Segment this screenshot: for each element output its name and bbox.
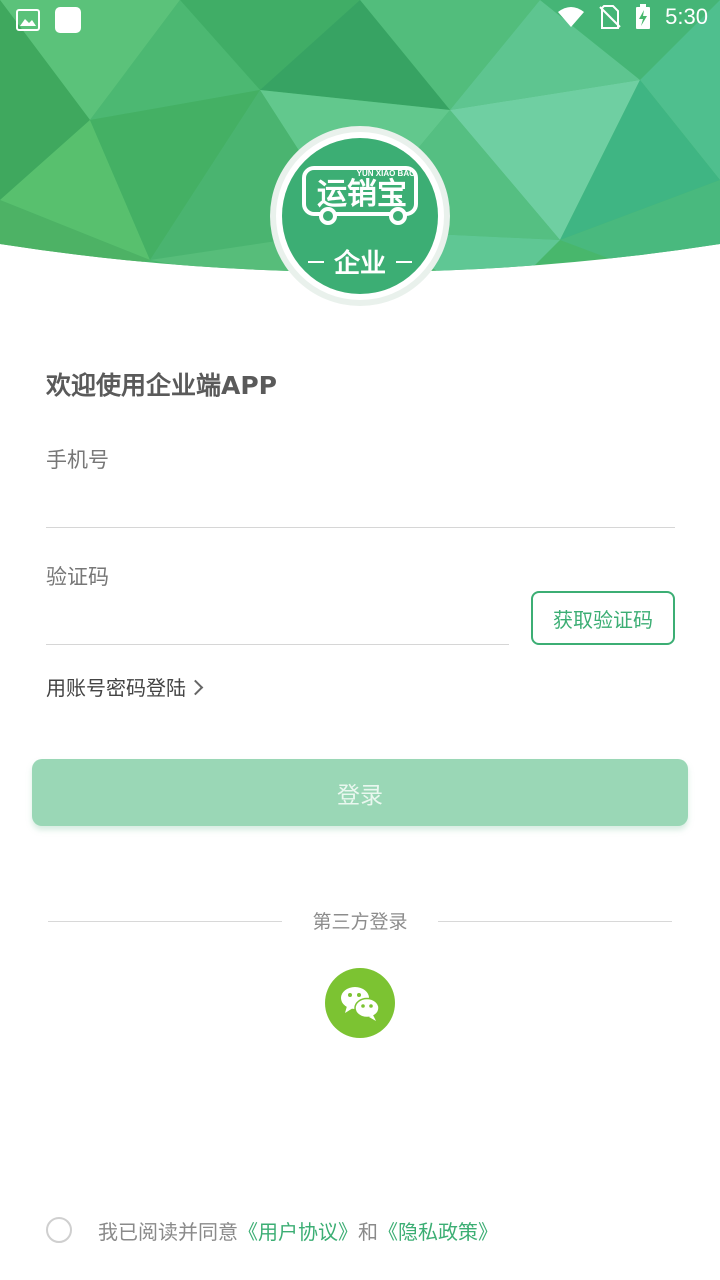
- phone-underline: [46, 527, 675, 528]
- user-agreement-link[interactable]: 《用户协议》: [238, 1220, 358, 1244]
- divider-right: [438, 921, 672, 922]
- agreement-checkbox[interactable]: [46, 1217, 72, 1243]
- chevron-right-icon: [187, 679, 204, 695]
- image-icon: [16, 9, 40, 31]
- code-underline: [46, 644, 509, 645]
- third-party-label: 第三方登录: [312, 911, 408, 933]
- battery-charging-icon: [636, 4, 651, 29]
- welcome-title: 欢迎使用企业端APP: [46, 371, 277, 400]
- agreement-text: 我已阅读并同意《用户协议》和《隐私政策》: [98, 1216, 498, 1245]
- get-code-button[interactable]: 获取验证码: [531, 591, 675, 645]
- app-icon: [55, 7, 81, 33]
- code-label: 验证码: [46, 565, 109, 589]
- phone-label: 手机号: [46, 448, 109, 472]
- agreement-prefix: 我已阅读并同意: [98, 1220, 238, 1244]
- phone-input[interactable]: [46, 484, 675, 526]
- no-sim-icon: [599, 5, 621, 29]
- divider-left: [48, 921, 282, 922]
- agreement-conjunction: 和: [358, 1220, 378, 1244]
- wifi-icon: [558, 7, 585, 27]
- status-time: 5:30: [665, 4, 708, 29]
- logo-pinyin: YUN XIAO BAO: [357, 169, 416, 178]
- status-bar: 5:30: [0, 0, 720, 40]
- logo-subtitle: 企业: [334, 248, 386, 279]
- logo-brand-text: 运销宝: [317, 177, 407, 212]
- privacy-policy-link[interactable]: 《隐私政策》: [378, 1220, 498, 1244]
- verification-code-input[interactable]: [46, 600, 508, 642]
- wechat-icon: [341, 987, 380, 1021]
- app-logo: 运销宝 YUN XIAO BAO 企业: [270, 126, 450, 306]
- wechat-login-button[interactable]: [325, 968, 395, 1038]
- account-login-label: 用账号密码登陆: [46, 676, 186, 700]
- login-button[interactable]: 登录: [32, 759, 688, 826]
- account-password-login-link[interactable]: 用账号密码登陆: [46, 672, 204, 701]
